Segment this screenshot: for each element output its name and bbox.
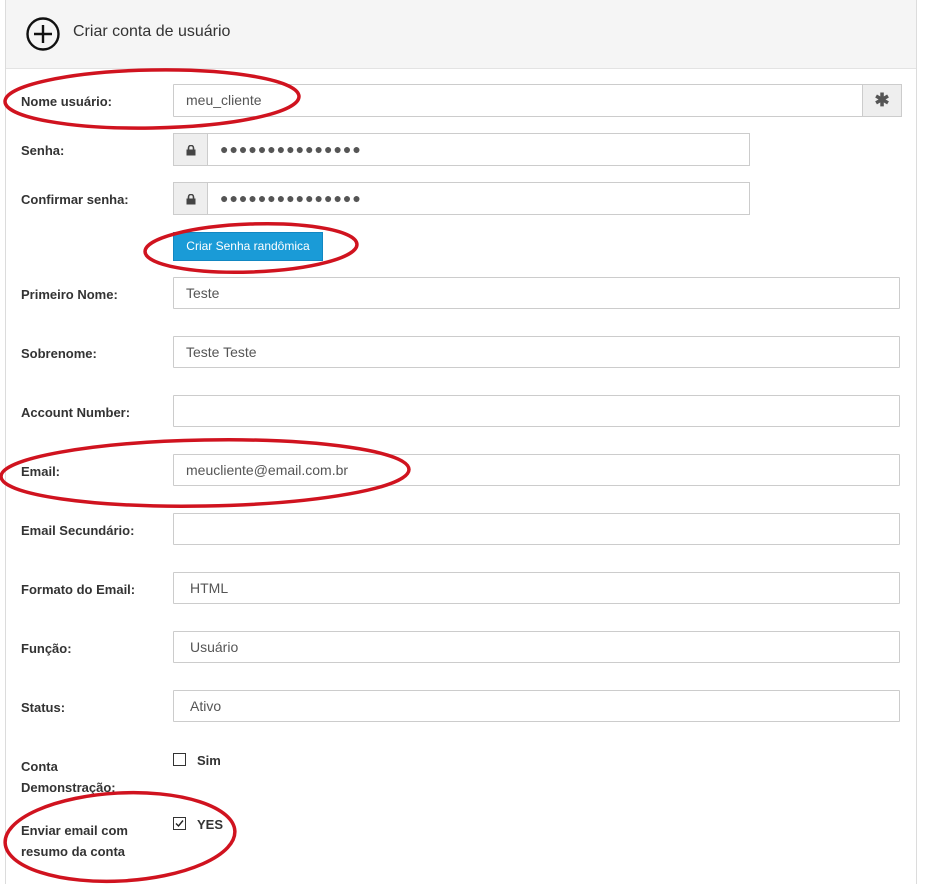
send-summary-label-line1: Enviar email com [21,823,128,838]
first-name-input[interactable]: Teste [173,277,900,309]
demo-account-label: Conta Demonstração: [21,756,161,798]
confirm-password-input[interactable]: ●●●●●●●●●●●●●●● [207,182,750,215]
account-number-label: Account Number: [21,405,131,420]
first-name-label: Primeiro Nome: [21,287,118,302]
asterisk-icon[interactable]: ✱ [862,84,902,117]
status-select[interactable]: Ativo [173,690,900,722]
role-select[interactable]: Usuário [173,631,900,663]
last-name-label: Sobrenome: [21,346,97,361]
demo-account-option-label: Sim [197,753,221,768]
password-label: Senha: [21,143,65,158]
secondary-email-input[interactable] [173,513,900,545]
send-summary-label-line2: resumo da conta [21,844,126,859]
account-number-input[interactable] [173,395,900,427]
send-summary-label: Enviar email com resumo da conta [21,820,161,862]
send-summary-option-label: YES [197,817,224,832]
email-format-label: Formato do Email: [21,582,136,597]
panel-header: Criar conta de usuário [6,0,916,69]
lock-icon [173,182,208,215]
username-input[interactable]: meu_cliente [173,84,863,117]
confirm-password-label: Confirmar senha: [21,192,129,207]
demo-account-label-line1: Conta [21,759,58,774]
demo-account-checkbox[interactable] [173,753,186,766]
create-user-panel: Criar conta de usuário Nome usuário: meu… [5,0,917,884]
role-label: Função: [21,641,72,656]
demo-account-label-line2: Demonstração: [21,780,116,795]
password-input[interactable]: ●●●●●●●●●●●●●●● [207,133,750,166]
lock-icon [173,133,208,166]
username-label: Nome usuário: [21,94,113,109]
send-summary-checkbox[interactable] [173,817,186,830]
email-format-select[interactable]: HTML [173,572,900,604]
secondary-email-label: Email Secundário: [21,523,135,538]
page-title: Criar conta de usuário [73,23,231,40]
email-input[interactable]: meucliente@email.com.br [173,454,900,486]
status-label: Status: [21,700,66,715]
email-label: Email: [21,464,61,479]
checkmark-icon [175,820,184,828]
create-random-password-button[interactable]: Criar Senha randômica [173,232,323,261]
plus-circle-icon [26,17,60,51]
last-name-input[interactable]: Teste Teste [173,336,900,368]
